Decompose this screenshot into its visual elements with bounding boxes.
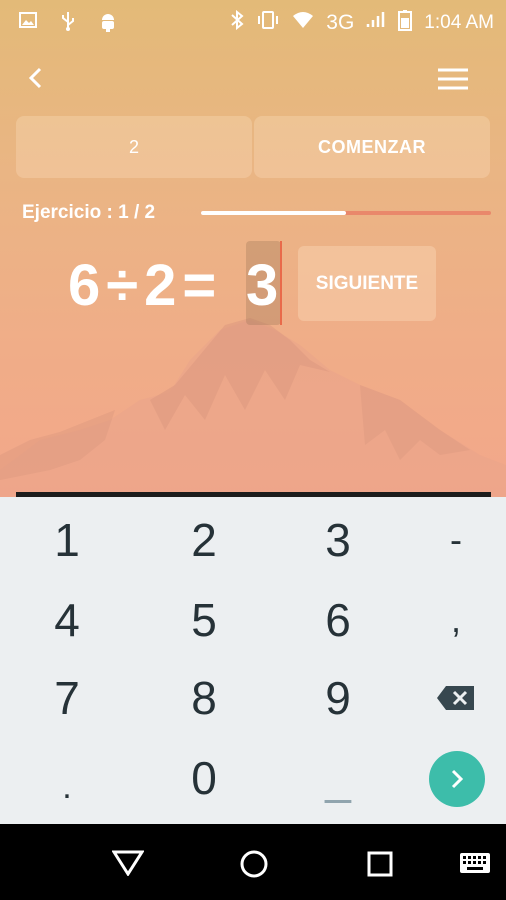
app-screen: 3G 1:04 AM 2 COMENZAR Ejercicio : 1 / 2 … — [0, 0, 506, 497]
key-9-label: 9 — [325, 672, 351, 724]
key-minus-label: - — [450, 519, 462, 560]
hamburger-menu-icon[interactable] — [436, 66, 470, 92]
back-arrow-icon[interactable] — [22, 63, 52, 93]
status-time: 1:04 AM — [424, 12, 494, 33]
key-6[interactable]: 6 — [275, 581, 401, 659]
key-1[interactable]: 1 — [4, 501, 130, 579]
key-1-label: 1 — [54, 514, 80, 566]
key-comma-label: , — [450, 599, 461, 640]
key-5-label: 5 — [191, 594, 217, 646]
key-7[interactable]: 7 — [4, 659, 130, 737]
key-8-label: 8 — [191, 672, 217, 724]
key-period-label: . — [62, 767, 72, 806]
exercise-progress-bar — [201, 211, 491, 215]
next-button-label: SIGUIENTE — [315, 272, 419, 294]
battery-icon — [398, 9, 413, 37]
start-button-label: COMENZAR — [318, 136, 426, 157]
backspace-icon — [437, 686, 474, 710]
equation: 6 ÷ 2 = — [68, 252, 222, 319]
exercise-count-selector[interactable]: 2 — [16, 116, 252, 178]
exercise-label: Ejercicio : 1 / 2 — [22, 202, 156, 223]
next-button[interactable]: SIGUIENTE — [298, 246, 436, 321]
android-icon — [98, 10, 118, 38]
exercise-count-value: 2 — [128, 136, 139, 157]
equation-operator: ÷ — [106, 253, 139, 318]
key-0-label: 0 — [191, 752, 217, 804]
key-minus[interactable]: - — [393, 501, 506, 579]
key-3[interactable]: 3 — [275, 501, 401, 579]
answer-value: 3 — [246, 253, 279, 318]
key-comma[interactable]: , — [393, 581, 506, 659]
key-9[interactable]: 9 — [275, 659, 401, 737]
key-period[interactable]: . — [4, 739, 130, 817]
key-2-label: 2 — [191, 514, 217, 566]
signal-icon — [366, 11, 386, 35]
key-space[interactable]: _ — [275, 739, 401, 817]
key-space-label: _ — [325, 752, 351, 804]
text-cursor — [280, 241, 282, 325]
equation-right-operand: 2 — [144, 253, 177, 318]
key-3-label: 3 — [325, 514, 351, 566]
usb-icon — [58, 10, 78, 38]
key-0[interactable]: 0 — [141, 739, 267, 817]
navigation-bar — [0, 824, 506, 900]
wifi-icon — [292, 11, 314, 35]
numeric-keyboard: 1 2 3 - 4 5 6 , 7 8 9 . 0 _ — [0, 497, 506, 824]
start-button[interactable]: COMENZAR — [254, 116, 490, 178]
back-triangle-icon[interactable] — [112, 850, 144, 876]
key-2[interactable]: 2 — [141, 501, 267, 579]
progress-fill — [201, 211, 346, 215]
key-4-label: 4 — [54, 594, 80, 646]
key-8[interactable]: 8 — [141, 659, 267, 737]
key-7-label: 7 — [54, 672, 80, 724]
chevron-right-icon — [451, 769, 464, 789]
key-6-label: 6 — [325, 594, 351, 646]
image-icon — [18, 10, 38, 38]
go-button[interactable] — [429, 751, 485, 807]
key-4[interactable]: 4 — [4, 581, 130, 659]
home-circle-icon[interactable] — [239, 849, 269, 879]
key-5[interactable]: 5 — [141, 581, 267, 659]
vibrate-icon — [256, 10, 280, 36]
network-type-label: 3G — [326, 11, 355, 34]
backspace-key[interactable] — [393, 659, 506, 737]
bluetooth-icon — [230, 9, 244, 36]
equation-equals: = — [182, 253, 217, 318]
equation-left-operand: 6 — [68, 253, 101, 318]
keyboard-icon[interactable] — [459, 852, 491, 874]
recents-square-icon[interactable] — [367, 851, 393, 877]
status-bar: 3G 1:04 AM — [0, 0, 506, 42]
